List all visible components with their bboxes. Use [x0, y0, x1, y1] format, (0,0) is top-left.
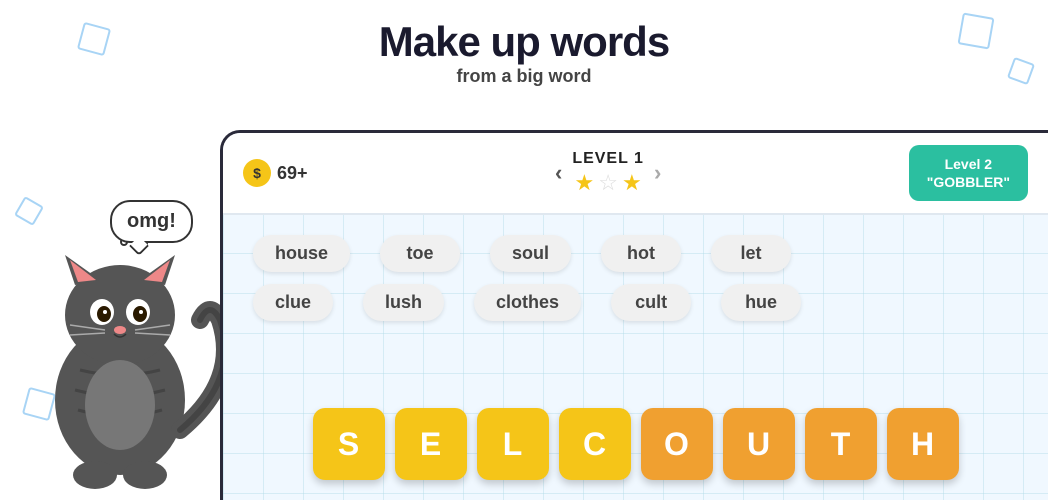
tile-L[interactable]: L [477, 408, 549, 480]
word-cult[interactable]: cult [611, 284, 691, 321]
cat-character: omg! [20, 120, 240, 500]
coin-area: $ 69+ [243, 159, 308, 187]
nav-left-button[interactable]: ‹ [555, 160, 562, 186]
nav-right-button[interactable]: › [654, 160, 661, 186]
speech-bubble: omg! [110, 200, 193, 243]
word-hue[interactable]: hue [721, 284, 801, 321]
tile-T[interactable]: T [805, 408, 877, 480]
word-row-1: house toe soul hot let [253, 235, 1018, 272]
page-title: Make up words [0, 18, 1048, 66]
level-center: ‹ LEVEL 1 ★ ☆ ★ › [555, 150, 661, 196]
level-label: LEVEL 1 [572, 150, 644, 168]
star-3: ★ [622, 170, 642, 196]
coin-icon: $ [243, 159, 271, 187]
tile-U[interactable]: U [723, 408, 795, 480]
star-2: ☆ [598, 170, 618, 196]
word-toe[interactable]: toe [380, 235, 460, 272]
star-1: ★ [575, 170, 595, 196]
coin-count: 69+ [277, 163, 308, 184]
page-subtitle: from a big word [0, 66, 1048, 87]
level-info: LEVEL 1 ★ ☆ ★ [572, 150, 644, 196]
word-house[interactable]: house [253, 235, 350, 272]
word-clue[interactable]: clue [253, 284, 333, 321]
word-row-2: clue lush clothes cult hue [253, 284, 1018, 321]
word-soul[interactable]: soul [490, 235, 571, 272]
cat-svg [20, 140, 220, 500]
header: Make up words from a big word [0, 0, 1048, 95]
next-level-button[interactable]: Level 2 "GOBBLER" [909, 145, 1028, 201]
game-area: $ 69+ ‹ LEVEL 1 ★ ☆ ★ › Level 2 "GOBBLER… [220, 130, 1048, 500]
top-bar: $ 69+ ‹ LEVEL 1 ★ ☆ ★ › Level 2 "GOBBLER… [223, 133, 1048, 215]
word-let[interactable]: let [711, 235, 791, 272]
tile-O[interactable]: O [641, 408, 713, 480]
word-grid: house toe soul hot let clue lush clothes… [223, 215, 1048, 341]
tile-E[interactable]: E [395, 408, 467, 480]
tile-C[interactable]: C [559, 408, 631, 480]
word-lush[interactable]: lush [363, 284, 444, 321]
tile-H[interactable]: H [887, 408, 959, 480]
stars-row: ★ ☆ ★ [572, 170, 644, 196]
tile-S[interactable]: S [313, 408, 385, 480]
tiles-row: S E L C O U T H [313, 408, 959, 480]
word-clothes[interactable]: clothes [474, 284, 581, 321]
word-hot[interactable]: hot [601, 235, 681, 272]
